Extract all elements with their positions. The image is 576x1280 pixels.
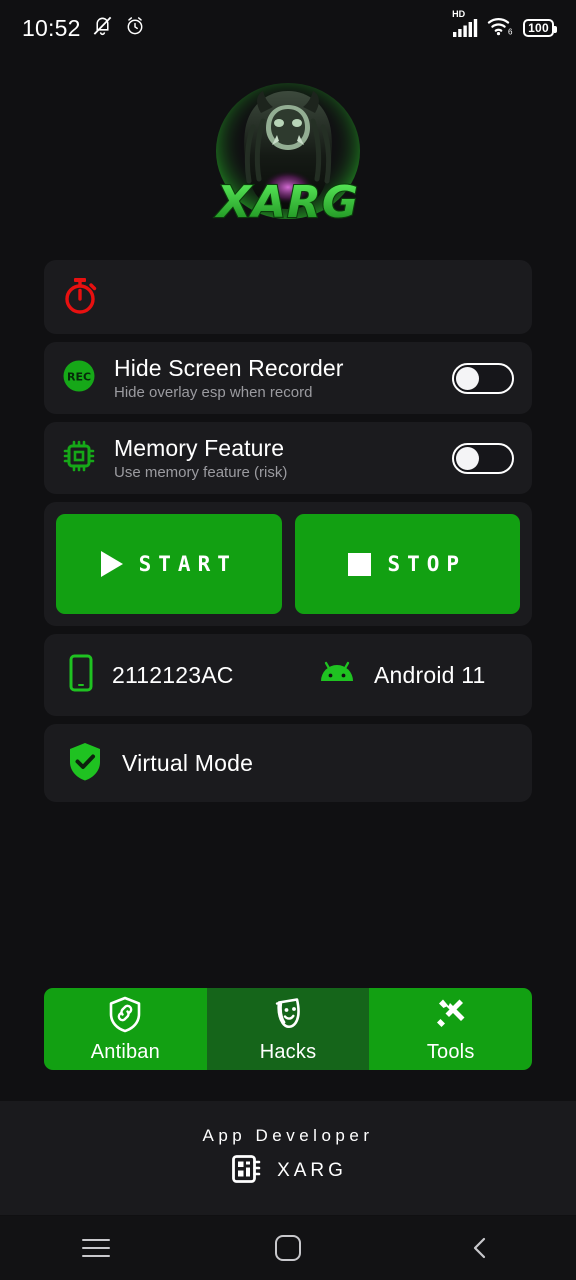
bottom-tab-bar: Antiban Hacks Tools [44,988,532,1070]
svg-text:XARG: XARG [214,177,359,228]
bell-muted-icon [91,14,114,42]
tab-antiban-label: Antiban [90,1040,160,1063]
status-bar: 10:52 HD 6 100 [0,0,576,56]
android-navigation-bar [0,1216,576,1280]
chip-icon [229,1152,263,1191]
status-bar-left: 10:52 [22,14,146,42]
virtual-mode-card[interactable]: Virtual Mode [44,724,532,802]
rec-icon: REC [60,357,98,400]
setting-row-text: Hide Screen Recorder Hide overlay esp wh… [114,355,436,401]
toggle-memory-feature[interactable] [452,442,514,474]
setting-title: Hide Screen Recorder [114,354,344,381]
theater-mask-icon [270,995,306,1038]
battery-level: 100 [528,21,549,35]
shield-link-icon [107,995,143,1038]
developer-name: XARG [277,1160,347,1181]
tab-tools[interactable]: Tools [369,988,532,1070]
play-icon [100,551,123,577]
setting-row-hide-screen-recorder[interactable]: REC Hide Screen Recorder Hide overlay es… [44,342,532,414]
battery-indicator: 100 [523,19,557,37]
alarm-clock-icon [124,15,146,42]
memory-chip-icon [60,437,98,480]
start-button[interactable]: START [56,514,282,614]
back-icon[interactable] [384,1234,576,1262]
start-button-label: START [138,552,237,576]
stop-button-label: STOP [387,552,467,576]
device-os: Android 11 [374,661,486,688]
device-model-cell: 2112123AC [66,653,316,698]
app-screen: 10:52 HD 6 100 XARG REC Hide Screen Reco… [0,0,576,1280]
stop-button[interactable]: STOP [294,514,520,614]
stopwatch-icon [60,274,100,321]
shield-check-icon [66,740,104,787]
action-buttons-card: START STOP [44,502,532,626]
virtual-mode-label: Virtual Mode [122,749,254,776]
app-logo: XARG [0,60,576,260]
setting-subtitle: Hide overlay esp when record [114,384,313,402]
device-info-card: 2112123AC Android 11 [44,634,532,716]
setting-row-memory-feature[interactable]: Memory Feature Use memory feature (risk) [44,422,532,494]
hd-label: HD [452,9,466,19]
hamburger-lines [82,1233,110,1263]
home-square [275,1235,301,1261]
setting-row-text: Memory Feature Use memory feature (risk) [114,435,436,481]
developer-title: App Developer [202,1125,374,1145]
cellular-signal-icon: HD [452,9,478,38]
tab-antiban[interactable]: Antiban [44,988,207,1070]
smartphone-icon [66,653,96,698]
status-bar-right: HD 6 100 [452,9,557,41]
svg-text:REC: REC [67,370,91,383]
setting-title: Memory Feature [114,434,285,461]
xarg-logo-graphic: XARG [203,73,373,248]
developer-footer: App Developer XARG [0,1101,576,1215]
android-robot-icon [316,659,358,692]
timer-card[interactable] [44,260,532,334]
tab-hacks-label: Hacks [259,1040,317,1063]
device-os-cell: Android 11 [316,659,486,692]
setting-subtitle: Use memory feature (risk) [114,464,288,482]
status-time: 10:52 [22,14,81,41]
toggle-knob [456,446,479,470]
toggle-knob [456,366,479,390]
tab-hacks[interactable]: Hacks [206,988,370,1070]
device-model: 2112123AC [112,661,234,688]
home-icon[interactable] [192,1235,384,1261]
wifi-6-icon: 6 [487,15,514,41]
stop-icon [348,552,372,576]
recents-menu-icon[interactable] [0,1233,192,1263]
svg-text:6: 6 [508,28,513,37]
developer-credit: XARG [229,1152,347,1191]
tools-icon [432,995,470,1038]
tab-tools-label: Tools [426,1040,475,1063]
toggle-hide-screen-recorder[interactable] [452,362,514,394]
